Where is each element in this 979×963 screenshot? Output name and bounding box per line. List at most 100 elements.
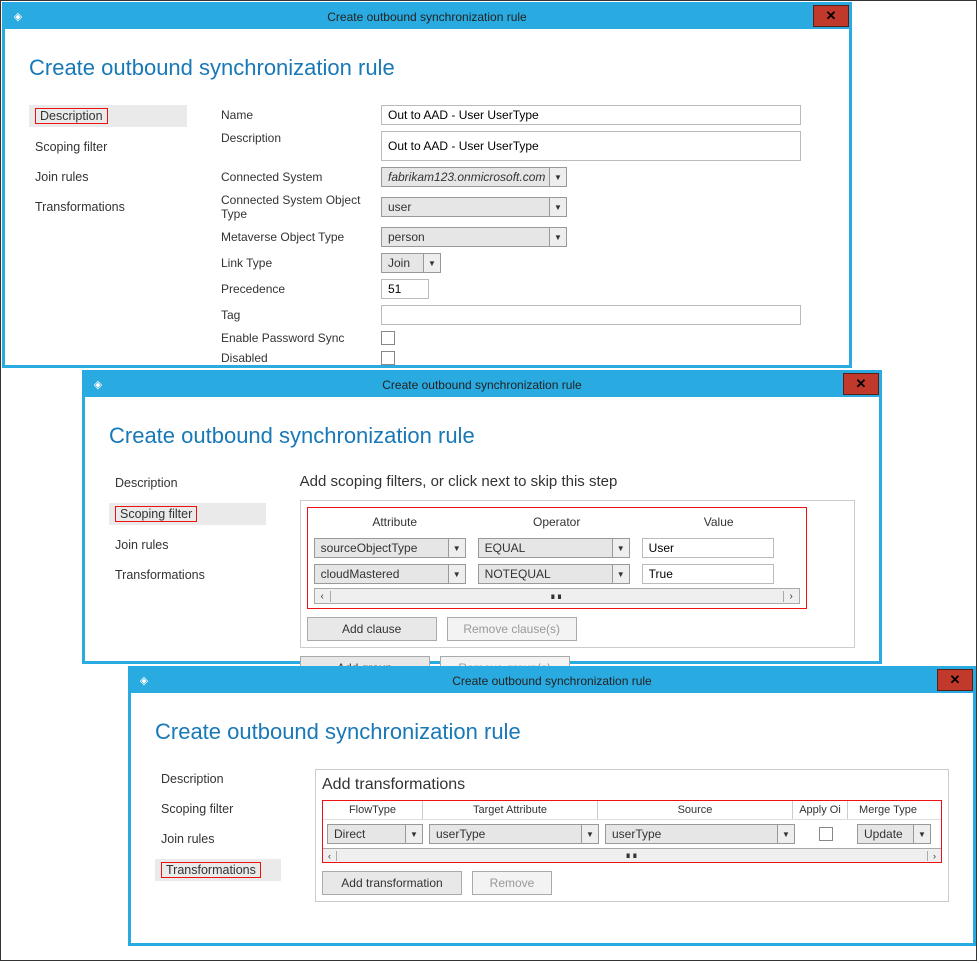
nav-scoping-filter[interactable]: Scoping filter [29,137,187,157]
wizard-nav: Description Scoping filter Join rules Tr… [109,473,266,595]
col-merge-type: Merge Type [848,801,928,819]
chevron-down-icon: ▼ [549,167,567,187]
scoping-row: cloudMastered▼ NOTEQUAL▼ [314,564,800,584]
close-icon[interactable]: ✕ [937,669,973,691]
operator-select[interactable]: EQUAL▼ [478,538,630,558]
col-target-attr: Target Attribute [423,801,598,819]
connected-system-select[interactable]: fabrikam123.onmicrosoft.com - A ▼ [381,167,567,187]
add-clause-button[interactable]: Add clause [307,617,437,641]
chevron-down-icon: ▼ [405,824,423,844]
chevron-down-icon: ▼ [913,824,931,844]
value-field[interactable] [642,538,774,558]
apply-once-checkbox[interactable] [819,827,833,841]
label-precedence: Precedence [221,282,381,296]
scroll-left-icon[interactable]: ‹ [315,591,331,602]
col-value: Value [638,512,800,532]
chevron-down-icon: ▼ [448,564,466,584]
titlebar[interactable]: ◈ Create outbound synchronization rule ✕ [5,5,849,29]
nav-join-rules[interactable]: Join rules [29,167,187,187]
description-field[interactable] [381,131,801,161]
label-name: Name [221,108,381,122]
scoping-filters-frame: Attribute Operator Value sourceObjectTyp… [307,507,807,609]
col-apply-once: Apply Oi [793,801,848,819]
window-transformations: ◈ Create outbound synchronization rule ✕… [128,666,976,946]
col-flowtype: FlowType [323,801,423,819]
link-type-select[interactable]: Join ▼ [381,253,441,273]
nav-description[interactable]: Description [29,105,187,127]
horizontal-scrollbar[interactable]: ‹ ∎∎ › [323,848,941,862]
window-title: Create outbound synchronization rule [452,674,651,688]
label-tag: Tag [221,308,381,322]
remove-transformation-button[interactable]: Remove [472,871,552,895]
wizard-nav: Description Scoping filter Join rules Tr… [29,105,187,227]
nav-description[interactable]: Description [155,769,281,789]
scoping-headers: Attribute Operator Value [314,512,800,532]
label-enable-pwd: Enable Password Sync [221,331,381,345]
tag-field[interactable] [381,305,801,325]
close-icon[interactable]: ✕ [843,373,879,395]
horizontal-scrollbar[interactable]: ‹ ∎∎ › [314,588,800,604]
close-icon[interactable]: ✕ [813,5,849,27]
chevron-down-icon: ▼ [448,538,466,558]
target-attr-select[interactable]: userType▼ [429,824,599,844]
nav-join-rules[interactable]: Join rules [155,829,281,849]
transformations-frame: FlowType Target Attribute Source Apply O… [322,800,942,863]
value-field[interactable] [642,564,774,584]
remove-clause-button[interactable]: Remove clause(s) [447,617,577,641]
nav-join-rules[interactable]: Join rules [109,535,266,555]
scroll-right-icon[interactable]: › [927,851,941,861]
chevron-down-icon: ▼ [581,824,599,844]
scoping-row: sourceObjectType▼ EQUAL▼ [314,538,800,558]
description-form: Name Description Connected System fabrik… [221,105,801,371]
chevron-down-icon: ▼ [612,538,630,558]
scroll-right-icon[interactable]: › [783,591,799,602]
titlebar[interactable]: ◈ Create outbound synchronization rule ✕ [85,373,879,397]
source-select[interactable]: userType▼ [605,824,795,844]
enable-password-checkbox[interactable] [381,331,395,345]
label-connected-system: Connected System [221,170,381,184]
nav-transformations[interactable]: Transformations [29,197,187,217]
window-title: Create outbound synchronization rule [382,378,581,392]
col-attribute: Attribute [314,512,476,532]
name-field[interactable] [381,105,801,125]
scroll-left-icon[interactable]: ‹ [323,851,337,861]
nav-transformations[interactable]: Transformations [109,565,266,585]
chevron-down-icon: ▼ [612,564,630,584]
attribute-select[interactable]: cloudMastered▼ [314,564,466,584]
merge-type-select[interactable]: Update▼ [857,824,931,844]
nav-transformations[interactable]: Transformations [155,859,281,881]
page-title: Create outbound synchronization rule [109,423,855,449]
transformations-headers: FlowType Target Attribute Source Apply O… [323,801,941,820]
label-mv-object-type: Metaverse Object Type [221,230,381,244]
transformations-form: Add transformations FlowType Target Attr… [315,769,949,902]
operator-select[interactable]: NOTEQUAL▼ [478,564,630,584]
transformation-row: Direct▼ userType▼ userType▼ Update▼ [323,820,941,848]
label-disabled: Disabled [221,351,381,365]
mv-object-type-select[interactable]: person ▼ [381,227,567,247]
app-icon: ◈ [137,673,151,687]
transformations-section-title: Add transformations [322,776,942,794]
page-title: Create outbound synchronization rule [29,55,825,81]
flowtype-select[interactable]: Direct▼ [327,824,423,844]
attribute-select[interactable]: sourceObjectType▼ [314,538,466,558]
col-source: Source [598,801,793,819]
window-scoping-filter: ◈ Create outbound synchronization rule ✕… [82,370,882,664]
disabled-checkbox[interactable] [381,351,395,365]
window-description: ◈ Create outbound synchronization rule ✕… [2,2,852,368]
cs-object-type-select[interactable]: user ▼ [381,197,567,217]
precedence-field[interactable] [381,279,429,299]
nav-scoping-filter[interactable]: Scoping filter [109,503,266,525]
window-title: Create outbound synchronization rule [327,10,526,24]
app-icon: ◈ [91,377,105,391]
chevron-down-icon: ▼ [549,227,567,247]
scoping-form: Add scoping filters, or click next to sk… [300,473,855,680]
chevron-down-icon: ▼ [549,197,567,217]
label-description: Description [221,131,381,145]
label-cs-object-type: Connected System Object Type [221,193,381,221]
nav-description[interactable]: Description [109,473,266,493]
chevron-down-icon: ▼ [777,824,795,844]
nav-scoping-filter[interactable]: Scoping filter [155,799,281,819]
titlebar[interactable]: ◈ Create outbound synchronization rule ✕ [131,669,973,693]
add-transformation-button[interactable]: Add transformation [322,871,462,895]
page-title: Create outbound synchronization rule [155,719,949,745]
